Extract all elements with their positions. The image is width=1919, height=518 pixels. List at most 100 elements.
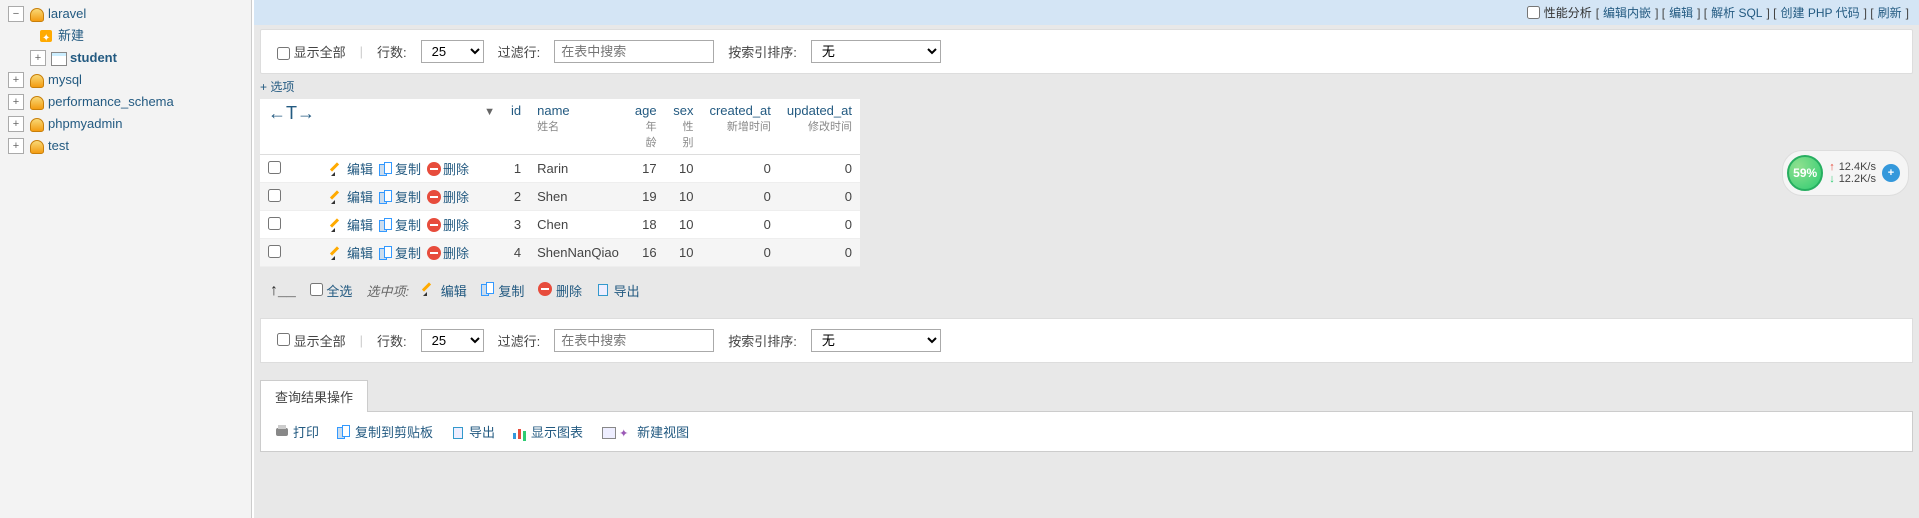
tree-table-student[interactable]: + student <box>30 48 251 68</box>
select-all-label[interactable]: 全选 <box>310 281 353 300</box>
cell-age: 18 <box>627 211 665 239</box>
tree-db-test[interactable]: + test <box>8 136 251 156</box>
show-all-label-bottom[interactable]: 显示全部 <box>277 331 346 350</box>
expand-icon[interactable]: + <box>8 138 24 154</box>
tree-label: mysql <box>48 70 82 90</box>
cell-created-at: 0 <box>701 155 778 183</box>
sort-arrow-icon[interactable]: ←T→ <box>268 103 315 123</box>
bulk-export[interactable]: 导出 <box>596 281 640 300</box>
row-checkbox[interactable] <box>268 245 281 258</box>
expand-icon[interactable]: + <box>30 50 46 66</box>
cell-name: Rarin <box>529 155 627 183</box>
sort-select[interactable]: 无 <box>811 40 941 63</box>
row-copy[interactable]: 复制 <box>379 243 421 262</box>
row-copy[interactable]: 复制 <box>379 215 421 234</box>
table-row: 编辑复制删除1Rarin171000 <box>260 155 860 183</box>
upload-speed: 12.4K/s <box>1829 161 1876 173</box>
bulk-copy[interactable]: 复制 <box>481 281 525 300</box>
sort-desc-icon[interactable]: ▼ <box>484 106 495 118</box>
copy-icon <box>379 246 393 260</box>
lightning-icon <box>619 425 633 439</box>
options-toggle[interactable]: + 选项 <box>260 78 1913 95</box>
cell-name: Chen <box>529 211 627 239</box>
tree-label: phpmyadmin <box>48 114 122 134</box>
query-result-ops: 查询结果操作 打印 复制到剪贴板 导出 显示图表 新建视图 <box>260 379 1913 452</box>
row-edit[interactable]: 编辑 <box>331 215 373 234</box>
tree-new-table[interactable]: 新建 <box>38 26 251 46</box>
delete-icon <box>427 190 441 204</box>
tree-db-laravel[interactable]: − laravel <box>8 4 251 24</box>
download-speed: 12.2K/s <box>1829 173 1876 185</box>
show-all-checkbox[interactable] <box>277 47 290 60</box>
bulk-edit[interactable]: 编辑 <box>423 281 467 300</box>
cell-sex: 10 <box>665 183 702 211</box>
show-all-label[interactable]: 显示全部 <box>277 42 346 61</box>
cell-age: 19 <box>627 183 665 211</box>
tree-label: laravel <box>48 4 86 24</box>
col-age[interactable]: age年龄 <box>627 99 665 155</box>
print-link[interactable]: 打印 <box>275 422 319 441</box>
cell-sex: 10 <box>665 239 702 267</box>
col-sex[interactable]: sex性别 <box>665 99 702 155</box>
row-checkbox[interactable] <box>268 217 281 230</box>
rows-label: 行数: <box>377 42 407 61</box>
link-inline-edit[interactable]: 编辑内嵌 <box>1603 4 1651 21</box>
row-edit[interactable]: 编辑 <box>331 159 373 178</box>
export-link[interactable]: 导出 <box>451 422 495 441</box>
col-id[interactable]: id <box>503 99 529 155</box>
print-icon <box>275 425 289 439</box>
link-create-php[interactable]: 创建 PHP 代码 <box>1780 4 1859 21</box>
expand-icon[interactable]: + <box>8 72 24 88</box>
export-icon <box>596 282 610 296</box>
expand-icon[interactable]: + <box>8 116 24 132</box>
perf-checkbox[interactable] <box>1527 6 1540 19</box>
row-delete[interactable]: 删除 <box>427 159 469 178</box>
sort-select-bottom[interactable]: 无 <box>811 329 941 352</box>
tree-label: student <box>70 48 117 68</box>
bulk-delete[interactable]: 删除 <box>538 281 582 300</box>
filter-input[interactable] <box>554 40 714 63</box>
tree-db-mysql[interactable]: + mysql <box>8 70 251 90</box>
row-checkbox[interactable] <box>268 161 281 174</box>
row-edit[interactable]: 编辑 <box>331 243 373 262</box>
copy-clipboard-link[interactable]: 复制到剪贴板 <box>337 422 433 441</box>
database-icon <box>28 6 44 22</box>
row-copy[interactable]: 复制 <box>379 187 421 206</box>
cell-name: Shen <box>529 183 627 211</box>
cell-id: 2 <box>503 183 529 211</box>
tree-db-phpmyadmin[interactable]: + phpmyadmin <box>8 114 251 134</box>
row-checkbox[interactable] <box>268 189 281 202</box>
cell-name: ShenNanQiao <box>529 239 627 267</box>
rows-label-bottom: 行数: <box>377 331 407 350</box>
sort-label: 按索引排序: <box>728 42 797 61</box>
row-delete[interactable]: 删除 <box>427 187 469 206</box>
col-name[interactable]: name姓名 <box>529 99 627 155</box>
show-all-checkbox-bottom[interactable] <box>277 333 290 346</box>
link-refresh[interactable]: 刷新 <box>1878 4 1902 21</box>
link-edit[interactable]: 编辑 <box>1669 4 1693 21</box>
network-speed-widget[interactable]: 59% 12.4K/s 12.2K/s + <box>1782 150 1909 196</box>
new-view-link[interactable]: 新建视图 <box>601 422 689 441</box>
delete-icon <box>427 162 441 176</box>
database-icon <box>28 116 44 132</box>
row-delete[interactable]: 删除 <box>427 215 469 234</box>
tree-db-performance-schema[interactable]: + performance_schema <box>8 92 251 112</box>
row-delete[interactable]: 删除 <box>427 243 469 262</box>
col-updated-at[interactable]: updated_at修改时间 <box>779 99 860 155</box>
rows-select[interactable]: 25 <box>421 40 484 63</box>
with-selected-label: 选中项: <box>366 281 409 300</box>
col-created-at[interactable]: created_at新增时间 <box>701 99 778 155</box>
select-all-checkbox[interactable] <box>310 283 323 296</box>
rows-select-bottom[interactable]: 25 <box>421 329 484 352</box>
row-edit[interactable]: 编辑 <box>331 187 373 206</box>
main-content: 性能分析 [编辑内嵌] [ 编辑] [ 解析 SQL] [ 创建 PHP 代码]… <box>254 0 1919 518</box>
copy-icon <box>379 162 393 176</box>
chart-link[interactable]: 显示图表 <box>513 422 583 441</box>
row-copy[interactable]: 复制 <box>379 159 421 178</box>
link-explain-sql[interactable]: 解析 SQL <box>1711 4 1762 21</box>
expand-icon[interactable]: + <box>8 94 24 110</box>
filter-input-bottom[interactable] <box>554 329 714 352</box>
plus-icon[interactable]: + <box>1882 164 1900 182</box>
collapse-icon[interactable]: − <box>8 6 24 22</box>
cell-age: 16 <box>627 239 665 267</box>
